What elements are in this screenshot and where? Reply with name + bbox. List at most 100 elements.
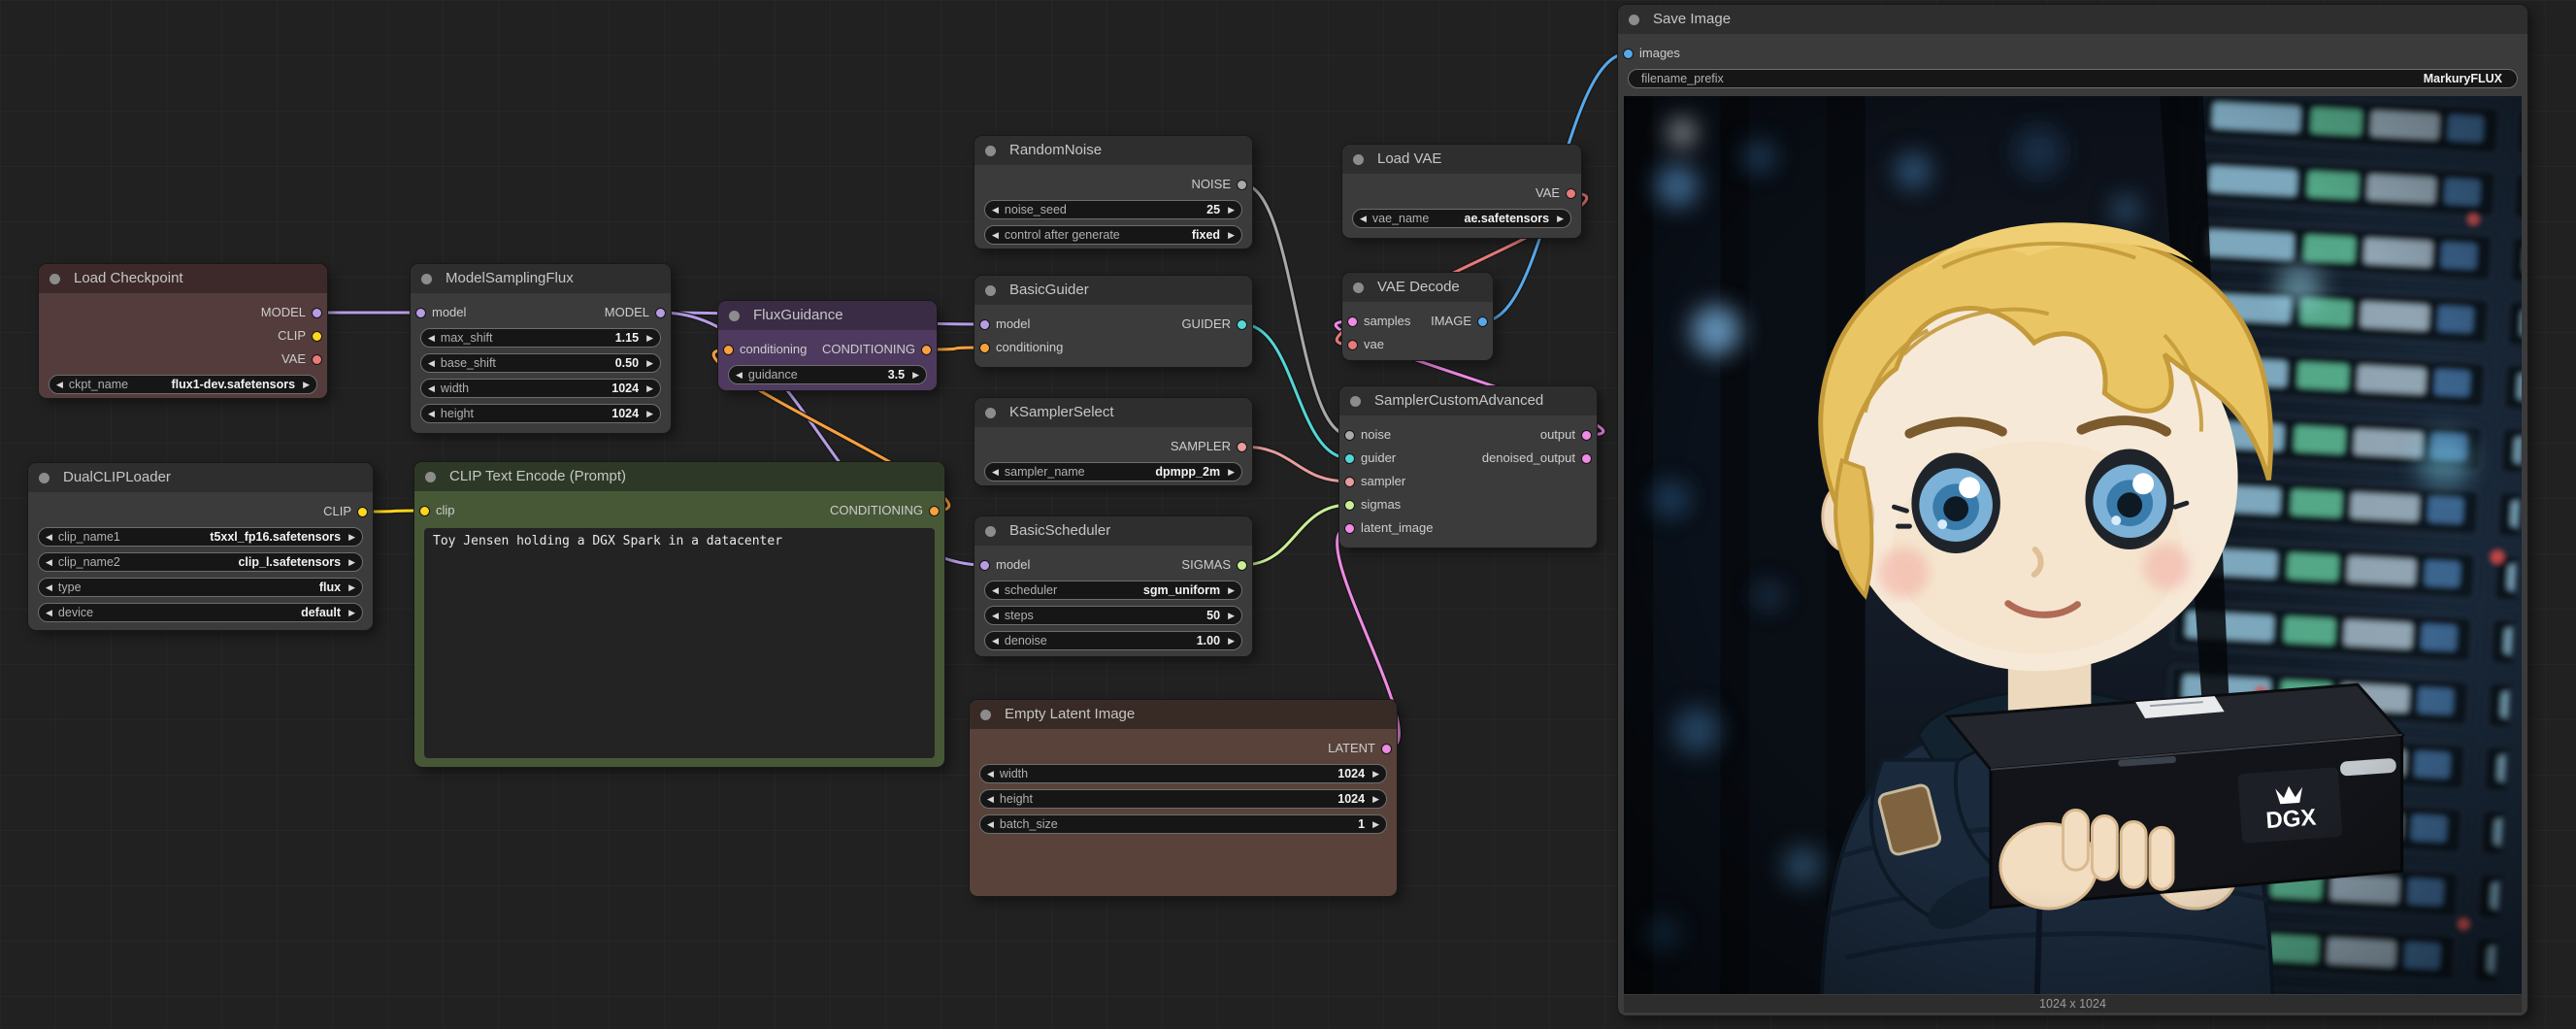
- decrement-arrow-icon[interactable]: ◀: [992, 201, 999, 218]
- decrement-arrow-icon[interactable]: ◀: [736, 366, 743, 383]
- output-slot-NOISE[interactable]: [1237, 180, 1247, 190]
- node-load_checkpoint[interactable]: Load CheckpointMODELCLIPVAE◀ckpt_nameflu…: [39, 264, 327, 398]
- node-title-bar[interactable]: Load Checkpoint: [39, 264, 327, 293]
- output-slot-MODEL[interactable]: [655, 308, 666, 318]
- decrement-arrow-icon[interactable]: ◀: [987, 815, 994, 833]
- node-graph-canvas[interactable]: Load CheckpointMODELCLIPVAE◀ckpt_nameflu…: [0, 0, 2576, 1029]
- decrement-arrow-icon[interactable]: ◀: [46, 579, 52, 596]
- node-title-bar[interactable]: RandomNoise: [974, 136, 1252, 165]
- node-title-bar[interactable]: Load VAE: [1342, 145, 1581, 174]
- decrement-arrow-icon[interactable]: ◀: [992, 226, 999, 244]
- input-slot-noise[interactable]: [1344, 430, 1355, 441]
- node-basic_guider[interactable]: BasicGuidermodelGUIDERconditioning: [974, 276, 1252, 367]
- decrement-arrow-icon[interactable]: ◀: [1360, 210, 1367, 227]
- decrement-arrow-icon[interactable]: ◀: [428, 405, 435, 422]
- output-slot-LATENT[interactable]: [1381, 744, 1392, 754]
- node-load_vae[interactable]: Load VAEVAE◀vae_nameae.safetensors▶: [1342, 145, 1581, 238]
- increment-arrow-icon[interactable]: ▶: [1372, 765, 1379, 782]
- collapse-dot-icon[interactable]: [985, 146, 996, 156]
- decrement-arrow-icon[interactable]: ◀: [992, 632, 999, 649]
- increment-arrow-icon[interactable]: ▶: [1557, 210, 1564, 227]
- input-slot-conditioning[interactable]: [979, 343, 990, 353]
- output-slot-GUIDER[interactable]: [1237, 319, 1247, 330]
- decrement-arrow-icon[interactable]: ◀: [987, 765, 994, 782]
- widget-vae_name[interactable]: ◀vae_nameae.safetensors▶: [1352, 209, 1571, 228]
- decrement-arrow-icon[interactable]: ◀: [46, 553, 52, 571]
- increment-arrow-icon[interactable]: ▶: [1228, 581, 1235, 599]
- node-random_noise[interactable]: RandomNoiseNOISE◀noise_seed25▶◀control a…: [974, 136, 1252, 249]
- widget-ckpt_name[interactable]: ◀ckpt_nameflux1-dev.safetensors▶: [49, 375, 317, 394]
- collapse-dot-icon[interactable]: [1353, 282, 1364, 293]
- collapse-dot-icon[interactable]: [421, 274, 432, 284]
- widget-control_after_generate[interactable]: ◀control after generatefixed▶: [984, 225, 1242, 245]
- output-slot-CONDITIONING[interactable]: [929, 506, 940, 516]
- node-sampler_custom[interactable]: SamplerCustomAdvancednoiseoutputguiderde…: [1339, 386, 1597, 548]
- output-slot-SAMPLER[interactable]: [1237, 442, 1247, 452]
- increment-arrow-icon[interactable]: ▶: [646, 380, 653, 397]
- widget-filename_prefix[interactable]: filename_prefixMarkuryFLUX: [1628, 69, 2518, 88]
- node-title-bar[interactable]: BasicScheduler: [974, 516, 1252, 546]
- widget-width[interactable]: ◀width1024▶: [420, 379, 661, 398]
- node-title-bar[interactable]: CLIP Text Encode (Prompt): [414, 462, 944, 491]
- input-slot-guider[interactable]: [1344, 453, 1355, 464]
- widget-type[interactable]: ◀typeflux▶: [38, 578, 363, 597]
- widget-steps[interactable]: ◀steps50▶: [984, 606, 1242, 625]
- increment-arrow-icon[interactable]: ▶: [1372, 790, 1379, 808]
- collapse-dot-icon[interactable]: [50, 274, 60, 284]
- collapse-dot-icon[interactable]: [1629, 15, 1639, 25]
- output-slot-denoised_output[interactable]: [1581, 453, 1592, 464]
- input-slot-model[interactable]: [979, 560, 990, 571]
- node-clip_text_encode[interactable]: CLIP Text Encode (Prompt)clipCONDITIONIN…: [414, 462, 944, 767]
- input-slot-images[interactable]: [1623, 49, 1634, 59]
- decrement-arrow-icon[interactable]: ◀: [992, 463, 999, 481]
- output-slot-output[interactable]: [1581, 430, 1592, 441]
- node-model_sampling_flux[interactable]: ModelSamplingFluxmodelMODEL◀max_shift1.1…: [411, 264, 671, 433]
- collapse-dot-icon[interactable]: [425, 472, 436, 482]
- widget-device[interactable]: ◀devicedefault▶: [38, 603, 363, 622]
- increment-arrow-icon[interactable]: ▶: [1228, 607, 1235, 624]
- increment-arrow-icon[interactable]: ▶: [646, 354, 653, 372]
- decrement-arrow-icon[interactable]: ◀: [46, 604, 52, 621]
- widget-max_shift[interactable]: ◀max_shift1.15▶: [420, 328, 661, 348]
- increment-arrow-icon[interactable]: ▶: [646, 405, 653, 422]
- increment-arrow-icon[interactable]: ▶: [348, 604, 355, 621]
- increment-arrow-icon[interactable]: ▶: [646, 329, 653, 347]
- input-slot-vae[interactable]: [1347, 340, 1358, 350]
- increment-arrow-icon[interactable]: ▶: [1228, 463, 1235, 481]
- input-slot-sampler[interactable]: [1344, 477, 1355, 487]
- node-title-bar[interactable]: ModelSamplingFlux: [411, 264, 671, 293]
- collapse-dot-icon[interactable]: [985, 408, 996, 418]
- widget-width[interactable]: ◀width1024▶: [979, 764, 1387, 783]
- increment-arrow-icon[interactable]: ▶: [1372, 815, 1379, 833]
- output-slot-CLIP[interactable]: [357, 507, 368, 517]
- input-slot-clip[interactable]: [419, 506, 430, 516]
- increment-arrow-icon[interactable]: ▶: [348, 553, 355, 571]
- widget-base_shift[interactable]: ◀base_shift0.50▶: [420, 353, 661, 373]
- widget-height[interactable]: ◀height1024▶: [420, 404, 661, 423]
- node-title-bar[interactable]: KSamplerSelect: [974, 398, 1252, 427]
- node-title-bar[interactable]: SamplerCustomAdvanced: [1339, 386, 1597, 415]
- collapse-dot-icon[interactable]: [1350, 396, 1361, 407]
- collapse-dot-icon[interactable]: [980, 710, 991, 720]
- input-slot-model[interactable]: [979, 319, 990, 330]
- decrement-arrow-icon[interactable]: ◀: [992, 607, 999, 624]
- node-title-bar[interactable]: FluxGuidance: [718, 301, 937, 330]
- node-title-bar[interactable]: VAE Decode: [1342, 273, 1493, 302]
- output-slot-MODEL[interactable]: [312, 308, 322, 318]
- decrement-arrow-icon[interactable]: ◀: [987, 790, 994, 808]
- node-empty_latent[interactable]: Empty Latent ImageLATENT◀width1024▶◀heig…: [970, 700, 1397, 896]
- increment-arrow-icon[interactable]: ▶: [1228, 632, 1235, 649]
- collapse-dot-icon[interactable]: [985, 285, 996, 296]
- decrement-arrow-icon[interactable]: ◀: [428, 380, 435, 397]
- node-vae_decode[interactable]: VAE DecodesamplesIMAGEvae: [1342, 273, 1493, 360]
- input-slot-samples[interactable]: [1347, 316, 1358, 327]
- widget-clip_name1[interactable]: ◀clip_name1t5xxl_fp16.safetensors▶: [38, 527, 363, 547]
- input-slot-sigmas[interactable]: [1344, 500, 1355, 511]
- node-title-bar[interactable]: DualCLIPLoader: [28, 463, 373, 492]
- widget-clip_name2[interactable]: ◀clip_name2clip_l.safetensors▶: [38, 552, 363, 572]
- input-slot-latent_image[interactable]: [1344, 523, 1355, 534]
- node-title-bar[interactable]: Empty Latent Image: [970, 700, 1397, 729]
- increment-arrow-icon[interactable]: ▶: [348, 528, 355, 546]
- input-slot-conditioning[interactable]: [723, 345, 734, 355]
- widget-batch_size[interactable]: ◀batch_size1▶: [979, 814, 1387, 834]
